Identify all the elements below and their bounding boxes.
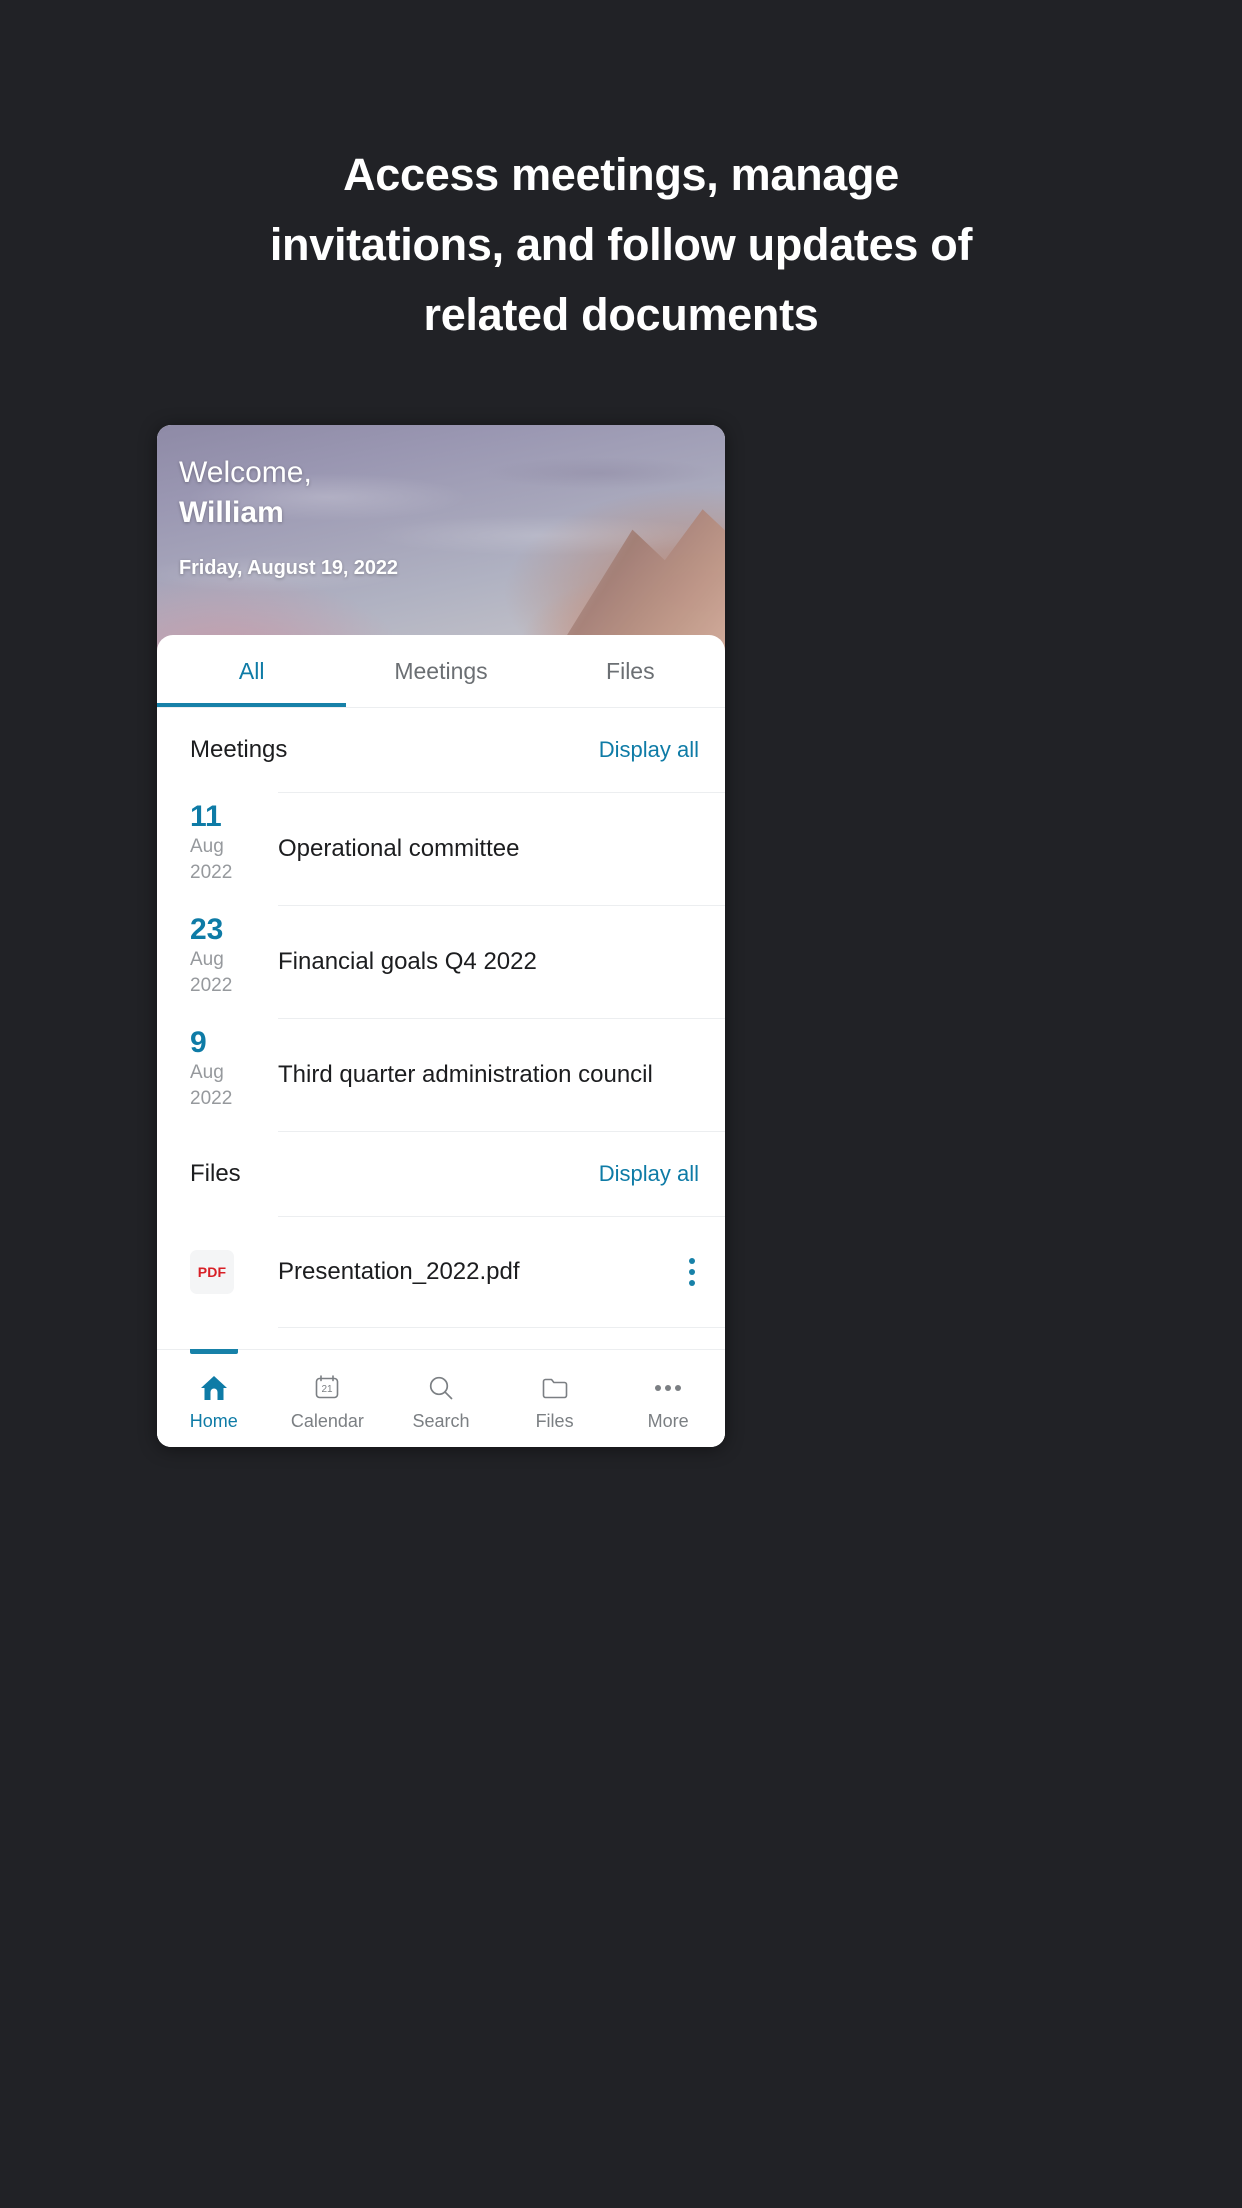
file-overflow-menu-icon[interactable] xyxy=(683,1250,701,1294)
headline-line-2: invitations, and follow updates of xyxy=(269,219,973,270)
meeting-day: 11 xyxy=(190,800,222,833)
meeting-title: Operational committee xyxy=(278,835,520,862)
more-dots-icon xyxy=(655,1372,682,1404)
meeting-body: Financial goals Q4 2022 xyxy=(278,905,725,1018)
meeting-month: Aug xyxy=(190,949,224,970)
nav-label-more: More xyxy=(647,1410,689,1431)
meeting-month: Aug xyxy=(190,1062,224,1083)
phone-mockup: Welcome, William Friday, August 19, 2022… xyxy=(157,425,725,1447)
file-icon-wrap: PDF xyxy=(190,1216,246,1327)
meeting-year: 2022 xyxy=(190,975,233,996)
meeting-day: 23 xyxy=(190,913,224,946)
meeting-date: 23 Aug 2022 xyxy=(190,905,246,1018)
tab-active-indicator xyxy=(157,703,346,707)
headline-line-1: Access meetings, manage xyxy=(343,149,899,200)
meeting-title: Financial goals Q4 2022 xyxy=(278,948,537,975)
home-icon xyxy=(199,1372,229,1404)
files-section-title: Files xyxy=(190,1160,241,1187)
meeting-date: 9 Aug 2022 xyxy=(190,1018,246,1131)
headline-line-3: related documents xyxy=(423,289,819,340)
nav-item-more[interactable]: More xyxy=(611,1350,725,1447)
list-item[interactable]: PDF Presentation_2022.pdf xyxy=(157,1216,725,1327)
greeting-line-2: William xyxy=(179,496,284,529)
meeting-date: 11 Aug 2022 xyxy=(190,792,246,905)
meeting-month: Aug xyxy=(190,836,224,857)
files-display-all-link[interactable]: Display all xyxy=(599,1161,699,1187)
nav-item-home[interactable]: Home xyxy=(157,1349,271,1447)
table-row[interactable]: 9 Aug 2022 Third quarter administration … xyxy=(157,1018,725,1131)
table-row[interactable]: 11 Aug 2022 Operational committee xyxy=(157,792,725,905)
meetings-section-title: Meetings xyxy=(190,736,288,763)
files-section-header: Files Display all xyxy=(157,1132,725,1216)
svg-text:21: 21 xyxy=(322,1384,334,1395)
nav-item-calendar[interactable]: 21 Calendar xyxy=(271,1350,385,1447)
nav-label-home: Home xyxy=(189,1410,238,1431)
meetings-display-all-link[interactable]: Display all xyxy=(599,737,699,763)
hero-banner: Welcome, William Friday, August 19, 2022 xyxy=(157,425,725,665)
nav-item-search[interactable]: Search xyxy=(384,1350,498,1447)
page-title: Access meetings, manage invitations, and… xyxy=(0,140,1242,350)
file-name: Presentation_2022.pdf xyxy=(278,1258,520,1285)
meeting-year: 2022 xyxy=(190,862,233,883)
hero-text-block: Welcome, William Friday, August 19, 2022 xyxy=(179,453,398,580)
search-icon xyxy=(426,1372,456,1404)
table-row[interactable]: 23 Aug 2022 Financial goals Q4 2022 xyxy=(157,905,725,1018)
nav-label-calendar: Calendar xyxy=(290,1410,364,1431)
file-body: Presentation_2022.pdf xyxy=(278,1216,725,1327)
content-sheet: All Meetings Files Meetings Display all … xyxy=(157,635,725,1447)
hero-date: Friday, August 19, 2022 xyxy=(179,557,398,579)
nav-item-files[interactable]: Files xyxy=(498,1350,612,1447)
calendar-icon: 21 xyxy=(312,1372,342,1404)
meeting-body: Operational committee xyxy=(278,792,725,905)
pdf-icon: PDF xyxy=(190,1249,234,1294)
meeting-year: 2022 xyxy=(190,1088,233,1109)
meeting-day: 9 xyxy=(190,1026,207,1059)
tab-files[interactable]: Files xyxy=(536,635,725,708)
greeting-line-1: Welcome, xyxy=(179,456,312,489)
page-root: Access meetings, manage invitations, and… xyxy=(0,0,1242,2208)
meeting-body: Third quarter administration council xyxy=(278,1018,725,1131)
tab-bar: All Meetings Files xyxy=(157,635,725,708)
meetings-section-header: Meetings Display all xyxy=(157,708,725,792)
tab-all[interactable]: All xyxy=(157,635,346,708)
nav-label-files: Files xyxy=(535,1410,574,1431)
nav-active-indicator xyxy=(189,1349,238,1354)
tab-meetings[interactable]: Meetings xyxy=(346,635,535,708)
meeting-title: Third quarter administration council xyxy=(278,1061,653,1088)
bottom-navigation: Home 21 Calendar Search Files More xyxy=(157,1349,725,1447)
nav-label-search: Search xyxy=(412,1410,470,1431)
folder-icon xyxy=(540,1372,570,1404)
